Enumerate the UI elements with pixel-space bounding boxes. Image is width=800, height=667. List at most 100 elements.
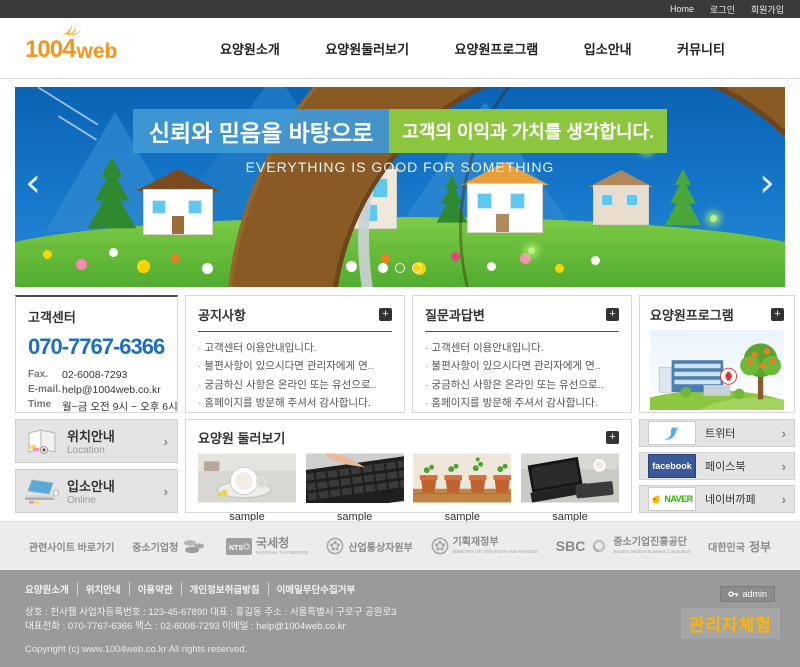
qna-item[interactable]: 궁금하신 사항은 온라인 또는 유선으로.. bbox=[425, 376, 619, 394]
topbar-link-home[interactable]: Home bbox=[670, 4, 694, 14]
nav-item-admission[interactable]: 입소안내 bbox=[584, 39, 632, 58]
social-label: 트위터 bbox=[705, 425, 782, 441]
naver-logo-box: NAVER bbox=[648, 487, 696, 511]
partner-name: 기획재정부 bbox=[453, 538, 538, 548]
logo-text-4: 4 bbox=[62, 33, 76, 64]
map-book-icon bbox=[25, 427, 59, 455]
customer-center-title: 고객센터 bbox=[28, 307, 165, 326]
gallery-more-button[interactable]: + bbox=[606, 431, 619, 444]
logo-wing-icon bbox=[60, 22, 82, 36]
carousel-dot[interactable] bbox=[395, 263, 405, 273]
qna-item[interactable]: 고객센터 이용안내입니다. bbox=[425, 339, 619, 357]
quick-link-location[interactable]: 위치안내 Location › bbox=[15, 419, 178, 463]
admin-demo-button[interactable]: 관리자체험 bbox=[681, 608, 780, 639]
key-icon bbox=[728, 590, 739, 598]
social-facebook[interactable]: facebook 페이스북 › bbox=[639, 452, 795, 480]
partner-subtext: MINISTRY OF STRATEGY AND FINANCE bbox=[453, 550, 538, 555]
partner-korea-gov[interactable]: 대한민국 정부 bbox=[708, 538, 771, 555]
admin-login-button[interactable]: admin bbox=[720, 586, 775, 602]
footer-link-privacy[interactable]: 개인정보취급방침 bbox=[182, 582, 269, 596]
topbar-link-login[interactable]: 로그인 bbox=[710, 3, 735, 16]
social-naver-cafe[interactable]: NAVER 네이버까페 › bbox=[639, 485, 795, 513]
footer-company-info: 상호 : 천사웹 사업자등록번호 : 123-45-67890 대표 : 홍길동… bbox=[25, 606, 775, 635]
hero-title-blue: 신뢰와 믿음을 바탕으로 bbox=[133, 109, 389, 153]
notice-title: 공지사항 bbox=[198, 305, 246, 324]
nav-item-tour[interactable]: 요양원둘러보기 bbox=[325, 39, 409, 58]
partner-name-bold: 정부 bbox=[749, 538, 771, 555]
notice-item[interactable]: 궁금하신 사항은 온라인 또는 유선으로.. bbox=[198, 376, 392, 394]
footer-info-line1: 상호 : 천사웹 사업자등록번호 : 123-45-67890 대표 : 홍길동… bbox=[25, 606, 775, 620]
gallery-item-laptop[interactable]: sample bbox=[521, 453, 619, 523]
program-box[interactable]: 요양원프로그램 + bbox=[639, 295, 795, 413]
sbc-swirl-icon bbox=[589, 537, 609, 555]
twitter-bird-icon bbox=[663, 426, 681, 441]
social-label: 네이버까페 bbox=[705, 491, 782, 507]
notice-item[interactable]: 고객센터 이용안내입니다. bbox=[198, 339, 392, 357]
gallery-item-plants[interactable]: sample bbox=[413, 453, 511, 523]
site-footer: 요양원소개 위치안내 이용약관 개인정보취급방침 이메일무단수집거부 상호 : … bbox=[0, 570, 800, 667]
customer-center-email-row: E-mail. help@1004web.co.kr bbox=[28, 384, 165, 396]
facebook-logo-box: facebook bbox=[648, 454, 696, 478]
gallery-item-coffee[interactable]: sample bbox=[198, 453, 296, 523]
partner-name: 국세청 bbox=[256, 537, 309, 549]
notice-more-button[interactable]: + bbox=[379, 308, 392, 321]
nav-item-about[interactable]: 요양원소개 bbox=[220, 39, 280, 58]
quick-link-title: 입소안내 bbox=[67, 476, 164, 495]
partner-motie[interactable]: 산업통상자원부 bbox=[326, 537, 412, 555]
program-more-button[interactable]: + bbox=[771, 308, 784, 321]
partner-smba[interactable]: 중소기업청 bbox=[132, 537, 208, 555]
chevron-right-icon: › bbox=[164, 434, 168, 449]
carousel-dot[interactable] bbox=[378, 263, 388, 273]
quick-link-admission[interactable]: 입소안내 Online › bbox=[15, 469, 178, 513]
site-logo[interactable]: 100 4 web bbox=[25, 33, 175, 64]
site-header: 100 4 web 요양원소개 요양원둘러보기 요양원프로그램 입소안내 커뮤니… bbox=[0, 18, 800, 79]
partner-mosf[interactable]: 기획재정부 MINISTRY OF STRATEGY AND FINANCE bbox=[431, 537, 538, 555]
nav-item-community[interactable]: 커뮤니티 bbox=[677, 39, 725, 58]
program-title: 요양원프로그램 bbox=[650, 305, 734, 324]
main-content: 고객센터 070-7767-6366 Fax. 02-6008-7293 E-m… bbox=[15, 295, 785, 513]
customer-center-time-row: Time 월~금 오전 9시 ~ 오후 6시 bbox=[28, 399, 165, 414]
qna-more-button[interactable]: + bbox=[606, 308, 619, 321]
partner-logo-strip: 관련사이트 바로가기 중소기업청 NTS 국세청 NATIONAL TAX SE… bbox=[0, 521, 800, 570]
customer-center-box: 고객센터 070-7767-6366 Fax. 02-6008-7293 E-m… bbox=[15, 295, 178, 413]
partner-nts[interactable]: NTS 국세청 NATIONAL TAX SERVICE bbox=[226, 537, 309, 556]
nav-item-program[interactable]: 요양원프로그램 bbox=[455, 39, 539, 58]
topbar-link-signup[interactable]: 회원가입 bbox=[751, 3, 784, 16]
gallery-item-keyboard[interactable]: sample bbox=[306, 453, 404, 523]
carousel-dots bbox=[15, 263, 785, 273]
partner-sites-heading[interactable]: 관련사이트 바로가기 bbox=[29, 539, 115, 554]
house-illustration bbox=[143, 189, 213, 235]
notice-item[interactable]: 홈페이지를 방문해 주셔서 감사합니다. bbox=[198, 394, 392, 412]
footer-link-terms[interactable]: 이용약관 bbox=[130, 582, 182, 596]
social-twitter[interactable]: 트위터 › bbox=[639, 419, 795, 447]
email-label: E-mail. bbox=[28, 384, 62, 396]
footer-link-email-policy[interactable]: 이메일무단수집거부 bbox=[269, 582, 364, 596]
partner-sbc[interactable]: SBC 중소기업진흥공단 Small & medium Business Cor… bbox=[556, 537, 691, 555]
footer-link-location[interactable]: 위치안내 bbox=[78, 582, 130, 596]
carousel-next-arrow[interactable]: › bbox=[759, 165, 775, 201]
time-label: Time bbox=[28, 399, 62, 414]
carousel-dot[interactable] bbox=[412, 263, 422, 273]
notice-item[interactable]: 불편사항이 있으시다면 관리자에게 연.. bbox=[198, 357, 392, 375]
quick-link-subtitle: Online bbox=[67, 495, 164, 506]
footer-link-about[interactable]: 요양원소개 bbox=[25, 582, 78, 596]
carousel-prev-arrow[interactable]: ‹ bbox=[25, 165, 41, 201]
quick-link-title: 위치안내 bbox=[67, 426, 164, 445]
notice-list: 고객센터 이용안내입니다. 불편사항이 있으시다면 관리자에게 연.. 궁금하신… bbox=[198, 339, 392, 413]
glow-dot bbox=[528, 247, 535, 254]
customer-center-phone: 070-7767-6366 bbox=[28, 334, 165, 360]
partner-name: 대한민국 bbox=[708, 539, 745, 554]
partner-name: 중소기업진흥공단 bbox=[613, 538, 690, 548]
chevron-right-icon: › bbox=[164, 484, 168, 499]
qna-item[interactable]: 불편사항이 있으시다면 관리자에게 연.. bbox=[425, 357, 619, 375]
qna-item[interactable]: 홈페이지를 방문해 주셔서 감사합니다. bbox=[425, 394, 619, 412]
hero-title-green: 고객의 이익과 가치를 생각합니다. bbox=[389, 109, 667, 153]
qna-box: 질문과답변 + 고객센터 이용안내입니다. 불편사항이 있으시다면 관리자에게 … bbox=[412, 295, 632, 413]
naver-logo-text: NAVER bbox=[664, 494, 692, 504]
fax-label: Fax. bbox=[28, 369, 62, 381]
logo-text-web: web bbox=[77, 40, 118, 64]
hero-banner-wrap: 신뢰와 믿음을 바탕으로 고객의 이익과 가치를 생각합니다. EVERYTHI… bbox=[0, 79, 800, 287]
partner-name: 산업통상자원부 bbox=[348, 539, 412, 554]
naver-bird-icon bbox=[651, 494, 662, 505]
stones-logo-icon bbox=[182, 537, 208, 555]
